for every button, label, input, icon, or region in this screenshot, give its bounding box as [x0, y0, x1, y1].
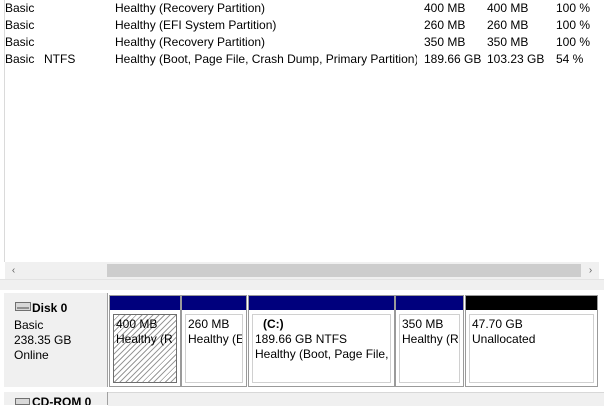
partition-status: Healthy (R: [402, 332, 459, 346]
volume-free-space: 400 MB: [487, 1, 529, 15]
partition-strip: 400 MB Healthy (R 260 MB Healthy (E (C:)…: [108, 295, 604, 387]
partition-recovery-1[interactable]: 400 MB Healthy (R: [109, 295, 181, 387]
volume-status: Healthy (Boot, Page File, Crash Dump, Pr…: [115, 52, 417, 66]
partition-size: 260 MB: [188, 317, 230, 331]
chevron-left-icon[interactable]: ‹: [5, 262, 22, 279]
volume-status: Healthy (Recovery Partition): [115, 35, 266, 49]
partition-status: Healthy (E: [188, 332, 243, 346]
cd-drive-icon: [15, 398, 30, 405]
disk-0-label[interactable]: Disk 0 Basic 238.35 GB Online: [4, 293, 108, 387]
partition-color-bar: [110, 296, 180, 310]
volume-row[interactable]: Basic Healthy (Recovery Partition) 350 M…: [0, 34, 604, 51]
partition-body[interactable]: 350 MB Healthy (R: [399, 314, 460, 383]
cdrom-label[interactable]: CD-ROM 0: [4, 392, 108, 405]
partition-size: 400 MB: [116, 317, 158, 331]
partition-body[interactable]: 400 MB Healthy (R: [113, 314, 177, 383]
partition-size-fs: 189.66 GB NTFS: [255, 332, 348, 346]
volume-capacity: 400 MB: [424, 1, 466, 15]
disk-size: 238.35 GB: [14, 333, 72, 347]
partition-body[interactable]: (C:) 189.66 GB NTFS Healthy (Boot, Page …: [252, 314, 391, 383]
partition-size: 350 MB: [402, 317, 444, 331]
partition-c-drive[interactable]: (C:) 189.66 GB NTFS Healthy (Boot, Page …: [248, 295, 395, 387]
partition-body[interactable]: 260 MB Healthy (E: [185, 314, 243, 383]
partition-status: Healthy (Boot, Page File,: [255, 347, 389, 361]
volume-file-system: NTFS: [44, 52, 76, 66]
volume-row[interactable]: Basic Healthy (EFI System Partition) 260…: [0, 17, 604, 34]
volume-percent-free: 54 %: [556, 52, 584, 66]
scrollbar-thumb[interactable]: [107, 264, 581, 277]
volume-layout: Basic: [5, 52, 35, 66]
volume-row[interactable]: Basic Healthy (Recovery Partition) 400 M…: [0, 0, 604, 17]
cdrom-media-area: [108, 392, 604, 406]
volume-row[interactable]: Basic NTFS Healthy (Boot, Page File, Cra…: [0, 51, 604, 68]
volume-free-space: 260 MB: [487, 18, 529, 32]
partition-recovery-2[interactable]: 350 MB Healthy (R: [395, 295, 464, 387]
partition-size: 47.70 GB: [472, 317, 523, 331]
partition-body[interactable]: 47.70 GB Unallocated: [469, 314, 594, 383]
partition-color-bar: [182, 296, 246, 310]
volume-layout: Basic: [5, 1, 35, 15]
volume-status: Healthy (Recovery Partition): [115, 1, 266, 15]
chevron-right-icon[interactable]: ›: [582, 262, 599, 279]
partition-status: Unallocated: [472, 332, 536, 346]
partition-status: Healthy (R: [116, 332, 173, 346]
disk-type: Basic: [14, 318, 44, 332]
volume-capacity: 189.66 GB: [424, 52, 482, 66]
volume-status: Healthy (EFI System Partition): [115, 18, 277, 32]
volume-layout: Basic: [5, 18, 35, 32]
pane-splitter[interactable]: [0, 279, 604, 290]
volume-percent-free: 100 %: [556, 18, 591, 32]
volume-percent-free: 100 %: [556, 1, 591, 15]
partition-drive-letter: (C:): [263, 317, 284, 331]
disk-name: Disk 0: [32, 301, 68, 315]
volume-free-space: 103.23 GB: [487, 52, 545, 66]
partition-color-bar: [396, 296, 463, 310]
volume-capacity: 260 MB: [424, 18, 466, 32]
cdrom-name: CD-ROM 0: [32, 395, 92, 405]
volume-list: Basic Healthy (Recovery Partition) 400 M…: [0, 0, 604, 262]
volume-layout: Basic: [5, 35, 35, 49]
partition-unallocated[interactable]: 47.70 GB Unallocated: [465, 295, 598, 387]
disk-status: Online: [14, 348, 49, 362]
volume-percent-free: 100 %: [556, 35, 591, 49]
horizontal-scrollbar[interactable]: ‹ ›: [5, 262, 599, 279]
volume-capacity: 350 MB: [424, 35, 466, 49]
partition-color-bar: [249, 296, 394, 310]
partition-efi[interactable]: 260 MB Healthy (E: [181, 295, 247, 387]
hard-disk-icon: [15, 302, 31, 311]
partition-color-bar: [466, 296, 597, 310]
volume-free-space: 350 MB: [487, 35, 529, 49]
